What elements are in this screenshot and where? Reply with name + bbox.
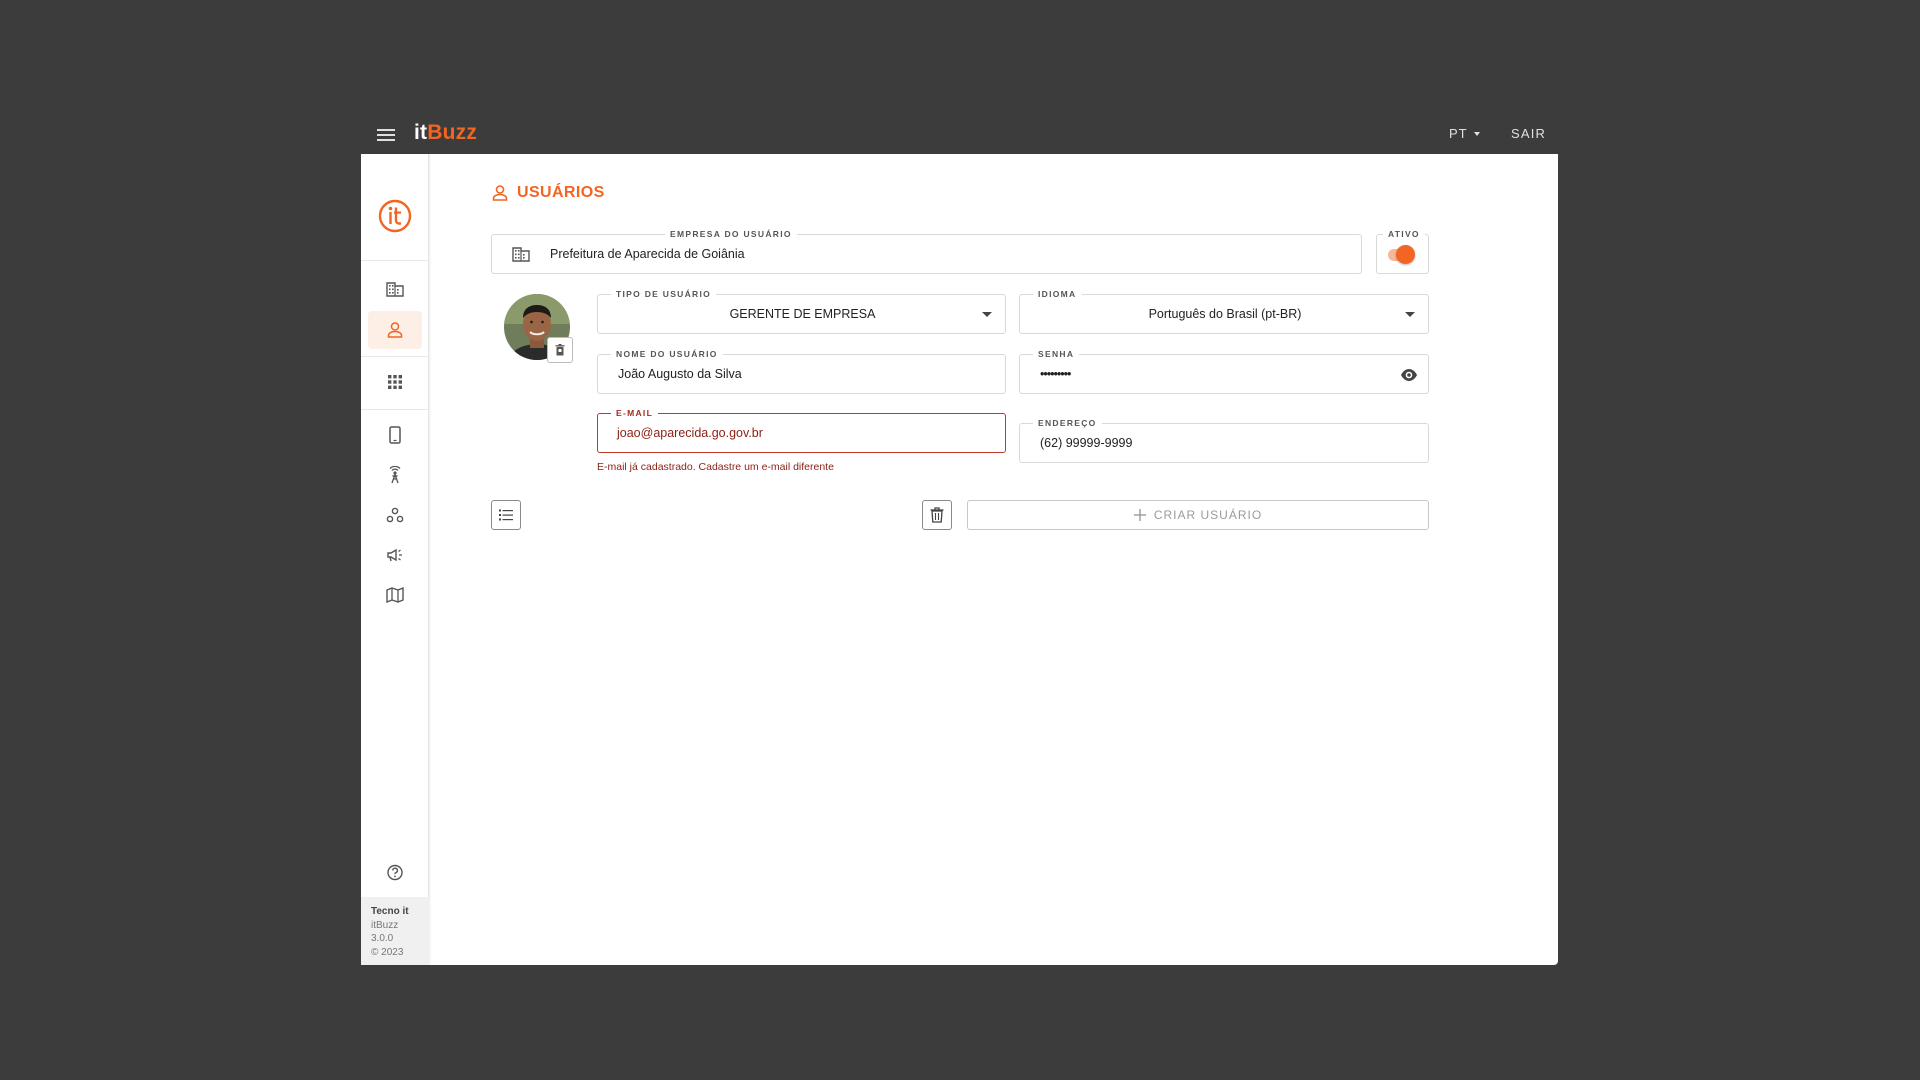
sidebar-item-help[interactable] [368,854,422,892]
language-field-value: Português do Brasil (pt-BR) [1148,307,1302,321]
language-label: PT [1449,126,1468,141]
active-field: ATIVO [1376,228,1429,274]
list-icon [499,509,513,521]
top-bar: itBuzz PT SAIR [361,116,1558,154]
page-title-text: USUÁRIOS [517,184,605,201]
footer-company: Tecno it [371,906,409,917]
create-user-button[interactable]: CRIAR USUÁRIO [967,500,1429,530]
user-type-select[interactable]: TIPO DE USUÁRIO GERENTE DE EMPRESA [597,288,1006,334]
sidebar-item-users[interactable] [368,311,422,349]
sidebar-divider [361,409,429,410]
app-logo: itBuzz [414,121,478,144]
groups-icon [386,507,404,523]
building-icon [512,235,530,273]
sidebar-divider [361,356,429,357]
password-field[interactable]: SENHA ••••••••• [1019,348,1429,394]
trash-icon [930,507,944,523]
building-icon [386,282,404,297]
footer-product: itBuzz [371,919,399,931]
sidebar-footer: Tecno it itBuzz 3.0.0 © 2023 [361,897,429,965]
main-card: Tecno it itBuzz 3.0.0 © 2023 USUÁRIOS EM… [361,154,1558,965]
campaign-icon [387,548,402,562]
sidebar-item-campaigns[interactable] [368,536,422,574]
sidebar-item-groups[interactable] [368,496,422,534]
company-field[interactable]: EMPRESA DO USUÁRIO Prefeitura de Apareci… [491,228,1362,274]
sidebar-divider [361,260,429,261]
company-field-value: Prefeitura de Aparecida de Goiânia [550,247,745,261]
map-icon [386,587,404,603]
broadcast-tower-icon [389,466,401,484]
username-value: João Augusto da Silva [618,367,742,381]
sidebar-item-devices[interactable] [368,416,422,454]
sidebar-item-map[interactable] [368,576,422,614]
chevron-down-icon [982,312,992,317]
help-icon [387,864,403,881]
sidebar-item-companies[interactable] [368,270,422,308]
email-value: joao@aparecida.go.gov.br [617,426,763,440]
delete-photo-button[interactable] [547,337,573,363]
trash-icon [555,344,565,356]
tecnoit-logo-icon[interactable] [377,198,413,234]
list-view-button[interactable] [491,500,521,530]
language-selector[interactable]: PT [1449,126,1480,141]
page-title: USUÁRIOS [491,184,605,202]
logout-button[interactable]: SAIR [1511,126,1546,141]
language-select[interactable]: IDIOMA Português do Brasil (pt-BR) [1019,288,1429,334]
smartphone-icon [389,426,401,444]
active-toggle-knob[interactable] [1396,245,1415,264]
email-field[interactable]: E-MAIL joao@aparecida.go.gov.br [597,407,1006,453]
username-field[interactable]: NOME DO USUÁRIO João Augusto da Silva [597,348,1006,394]
active-field-label: ATIVO [1383,228,1425,240]
footer-copyright: © 2023 [371,946,404,958]
chevron-down-icon [1405,312,1415,317]
create-user-label: CRIAR USUÁRIO [1153,508,1263,522]
delete-button[interactable] [922,500,952,530]
password-value: ••••••••• [1040,367,1071,381]
sidebar: Tecno it itBuzz 3.0.0 © 2023 [361,154,429,965]
menu-icon[interactable] [375,124,397,146]
user-icon [492,185,508,201]
address-value: (62) 99999-9999 [1040,436,1133,450]
footer-version: 3.0.0 [371,933,394,944]
sidebar-item-apps[interactable] [368,363,422,401]
eye-icon[interactable] [1400,366,1418,389]
address-field[interactable]: ENDEREÇO (62) 99999-9999 [1019,417,1429,463]
apps-grid-icon [388,375,402,389]
caret-down-icon [1473,131,1480,136]
user-type-value: GERENTE DE EMPRESA [729,307,876,321]
plus-icon [1133,509,1146,521]
user-icon [387,322,403,338]
email-error-message: E-mail já cadastrado. Cadastre um e-mail… [597,461,834,473]
sidebar-item-broadcast[interactable] [368,456,422,494]
